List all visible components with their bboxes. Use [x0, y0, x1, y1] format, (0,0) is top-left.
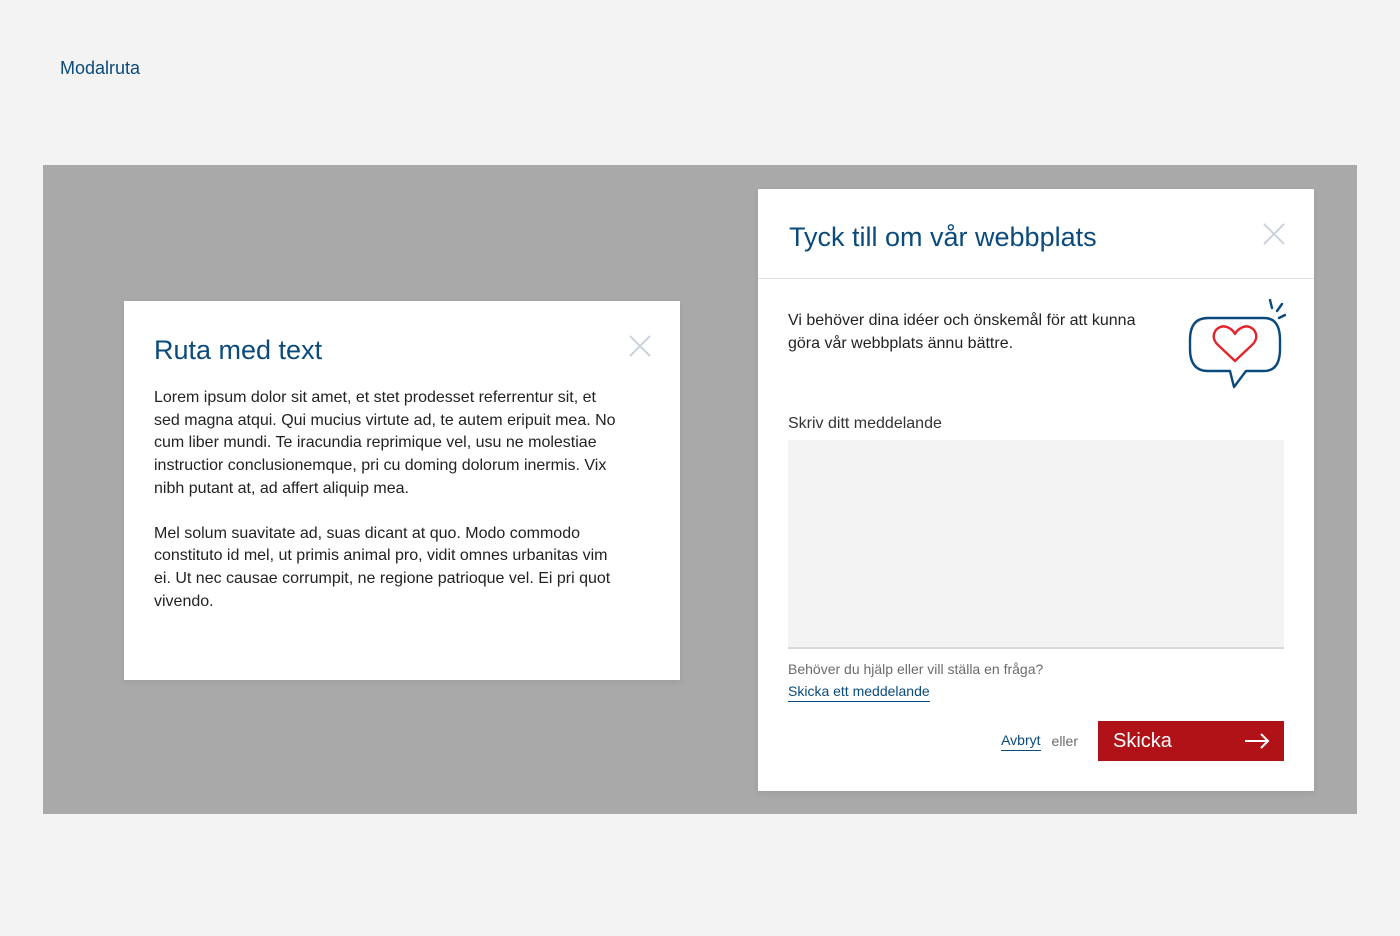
- message-label: Skriv ditt meddelande: [788, 415, 942, 432]
- submit-button[interactable]: Skicka: [1098, 721, 1284, 761]
- close-icon: [629, 335, 651, 357]
- send-message-link[interactable]: Skicka ett meddelande: [788, 683, 930, 702]
- help-text: Behöver du hjälp eller vill ställa en fr…: [788, 661, 1044, 677]
- cancel-link[interactable]: Avbryt: [1001, 732, 1041, 751]
- speech-bubble-heart-icon: [1188, 299, 1286, 389]
- submit-button-label: Skicka: [1113, 729, 1172, 752]
- feedback-modal-body: Vi behöver dina idéer och önskemål för a…: [758, 279, 1314, 702]
- feedback-modal: Tyck till om vår webbplats Vi behöver di…: [758, 189, 1314, 791]
- text-modal-title: Ruta med text: [154, 335, 323, 365]
- feedback-modal-close-button[interactable]: [1263, 223, 1285, 245]
- text-modal-paragraph: Lorem ipsum dolor sit amet, et stet prod…: [154, 389, 616, 497]
- text-modal-close-button[interactable]: [629, 335, 651, 357]
- text-modal-paragraph: Mel solum suavitate ad, suas dicant at q…: [154, 524, 611, 610]
- feedback-intro-text: Vi behöver dina idéer och önskemål för a…: [788, 312, 1136, 352]
- feedback-modal-header: Tyck till om vår webbplats: [758, 189, 1314, 279]
- feedback-modal-actions: Avbryt eller Skicka: [1001, 721, 1284, 761]
- text-modal: Ruta med text Lorem ipsum dolor sit amet…: [124, 301, 680, 680]
- feedback-modal-title: Tyck till om vår webbplats: [789, 222, 1097, 252]
- arrow-right-icon: [1245, 733, 1270, 749]
- or-text: eller: [1051, 733, 1078, 749]
- message-textarea[interactable]: [788, 440, 1284, 649]
- page-heading: Modalruta: [60, 58, 141, 78]
- modal-overlay: Ruta med text Lorem ipsum dolor sit amet…: [43, 165, 1357, 814]
- close-icon: [1263, 223, 1285, 245]
